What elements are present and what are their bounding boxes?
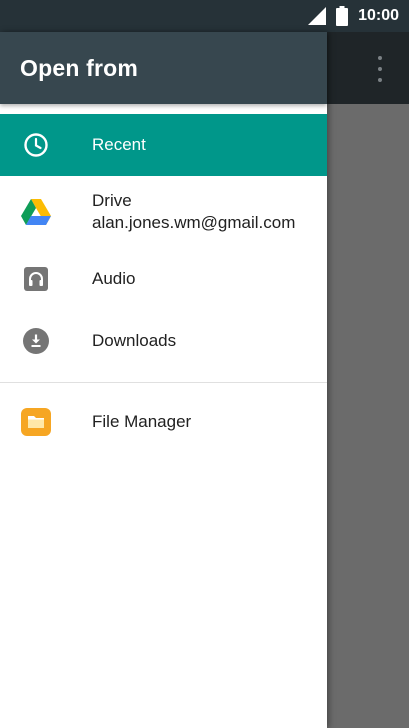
- drawer-item-recent[interactable]: Recent: [0, 114, 327, 176]
- drawer-item-audio[interactable]: Audio: [0, 248, 327, 310]
- background-toolbar: [327, 32, 409, 104]
- battery-icon: [336, 6, 349, 26]
- status-time: 10:00: [358, 7, 399, 24]
- status-bar: 10:00: [0, 0, 409, 32]
- clock-icon: [0, 132, 72, 158]
- drawer-title: Open from: [20, 54, 139, 81]
- navigation-drawer: Open from Recent Drive alan.jones.wm@gma…: [0, 32, 327, 728]
- drawer-item-label: File Manager: [92, 412, 192, 431]
- drive-label: Drive: [92, 191, 132, 210]
- drawer-item-label: Audio: [92, 269, 136, 288]
- drawer-header: Open from: [0, 32, 327, 104]
- google-drive-icon: [0, 199, 72, 225]
- drawer-item-drive[interactable]: Drive alan.jones.wm@gmail.com: [0, 176, 327, 248]
- headphones-icon: [0, 267, 72, 291]
- drawer-list: Recent Drive alan.jones.wm@gmail.com Aud…: [0, 104, 327, 453]
- drawer-item-label: Recent: [92, 135, 146, 154]
- drawer-item-file-manager[interactable]: File Manager: [0, 391, 327, 453]
- drawer-item-label: Downloads: [92, 331, 177, 350]
- signal-icon: [308, 7, 327, 25]
- status-icons: 10:00: [308, 0, 399, 32]
- drawer-item-downloads[interactable]: Downloads: [0, 310, 327, 372]
- drawer-item-label: Drive alan.jones.wm@gmail.com: [72, 190, 295, 234]
- download-icon: [0, 328, 72, 354]
- drawer-divider: [0, 382, 327, 383]
- folder-icon: [0, 408, 72, 436]
- screen: 10:00 Open from Recent Drive alan.jones.…: [0, 0, 409, 728]
- drive-account: alan.jones.wm@gmail.com: [92, 213, 296, 232]
- overflow-menu-icon[interactable]: [371, 56, 389, 82]
